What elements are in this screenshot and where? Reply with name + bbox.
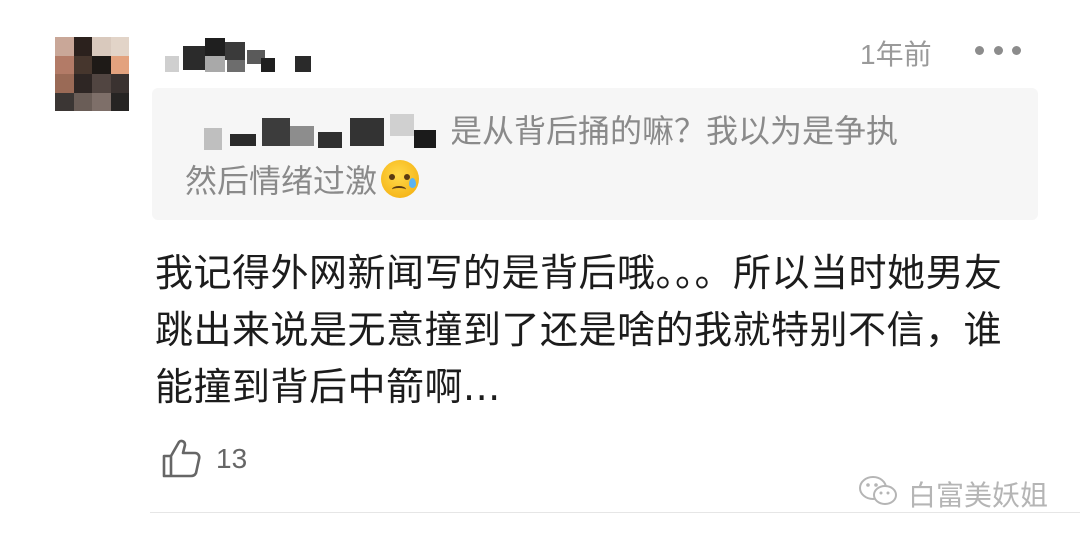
crying-face-emoji (381, 160, 420, 198)
quote-line-2: 然后情绪过激 (185, 156, 1005, 206)
avatar[interactable] (55, 37, 129, 111)
quoted-reply[interactable]: 是从背后捅的嘛？我以为是争执 然后情绪过激 (152, 88, 1038, 220)
watermark: 白富美妖姐 (858, 474, 1048, 514)
divider (150, 512, 1080, 513)
watermark-text: 白富美妖姐 (908, 479, 1049, 512)
wechat-icon (858, 474, 900, 515)
comment-time: 1年前 (860, 39, 932, 70)
like-button[interactable]: 13 (160, 437, 247, 481)
like-count: 13 (216, 443, 248, 474)
more-dots-icon[interactable] (975, 41, 1021, 59)
thumbs-up-icon (160, 438, 202, 480)
username-pixelated[interactable] (165, 38, 315, 78)
comment-body: 我记得外网新闻写的是背后哦。。。所以当时她男友跳出来说是无意撞到了还是啥的我就特… (155, 251, 1003, 409)
quote-redacted-mosaic (182, 112, 452, 160)
